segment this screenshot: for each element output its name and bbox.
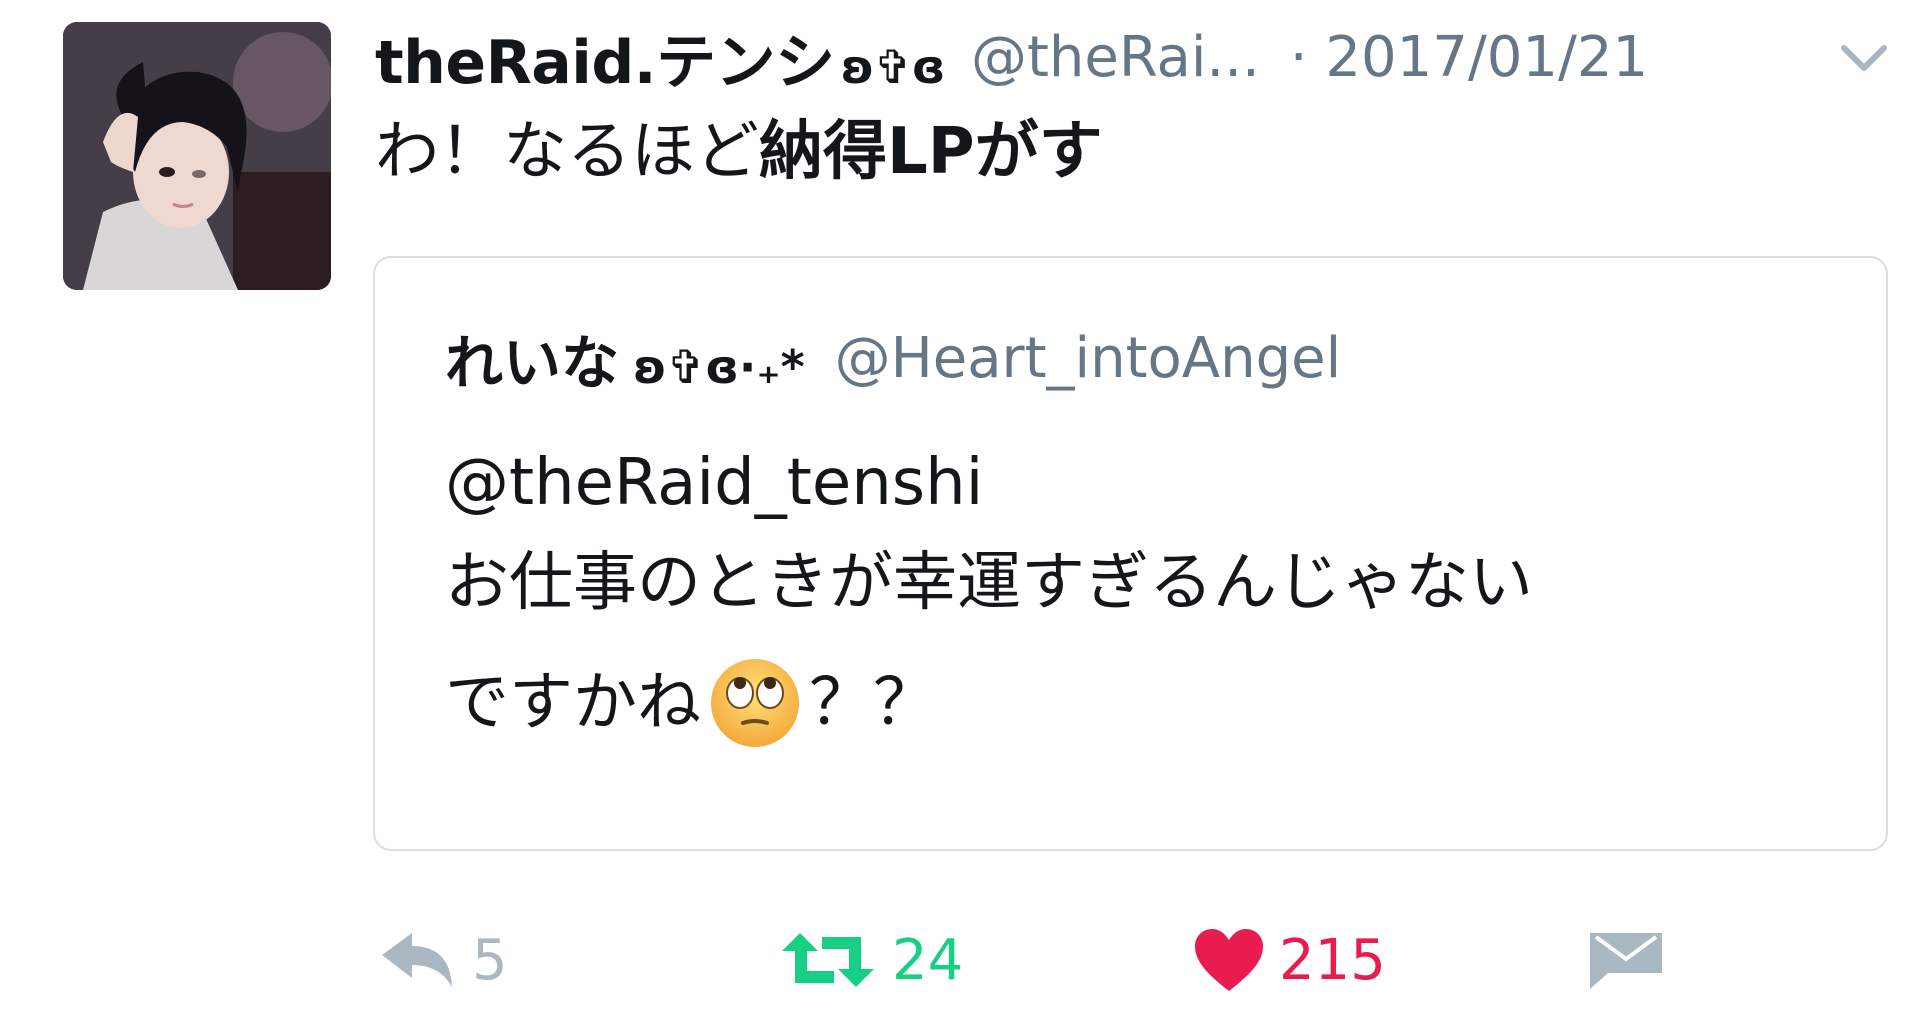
- tweet: theRaid.テンシ ʚ✞ɞ @theRai... · 2017/01/21 わ…: [0, 0, 1920, 1035]
- author-display-name[interactable]: theRaid.テンシ ʚ✞ɞ: [375, 14, 945, 101]
- reply-count: 5: [472, 927, 508, 993]
- retweet-icon: [782, 933, 874, 987]
- envelope-icon: [1590, 933, 1662, 989]
- quoted-author-display-name: れいな ʚ✞ɞ·₊*: [445, 316, 805, 400]
- like-button[interactable]: 215: [1193, 915, 1386, 1005]
- avatar-photo: [63, 22, 331, 290]
- quoted-tweet-card[interactable]: れいな ʚ✞ɞ·₊* @Heart_intoAngel @theRaid_tens…: [373, 256, 1888, 851]
- author-avatar[interactable]: [63, 22, 331, 290]
- quoted-author-name-text: れいな: [445, 329, 620, 397]
- retweet-count: 24: [892, 927, 964, 993]
- tweet-text-plain: わ！なるほど: [375, 115, 759, 189]
- face-with-rolling-eyes-icon: [707, 655, 803, 751]
- tweet-timestamp[interactable]: · 2017/01/21: [1290, 25, 1648, 90]
- tweet-text-bold: 納得LPがす: [759, 115, 1103, 189]
- like-count: 215: [1279, 927, 1386, 993]
- quoted-tweet-header: れいな ʚ✞ɞ·₊* @Heart_intoAngel: [445, 318, 1341, 398]
- quoted-tweet-line2: ですかね ？？: [445, 648, 937, 758]
- tweet-text: わ！なるほど納得LPがす: [375, 110, 1103, 194]
- quoted-tweet-line2-suffix: ？？: [809, 666, 937, 740]
- retweet-button[interactable]: 24: [778, 915, 963, 1005]
- author-name-decoration: ʚ✞ɞ: [840, 39, 946, 94]
- quoted-tweet-line2-text: ですかね: [445, 666, 701, 740]
- author-handle[interactable]: @theRai...: [971, 25, 1260, 90]
- quoted-author-handle: @Heart_intoAngel: [834, 325, 1342, 391]
- chevron-down-icon[interactable]: [1838, 38, 1890, 78]
- quoted-tweet-mention: @theRaid_tenshi: [445, 446, 984, 520]
- reply-icon: [382, 933, 452, 987]
- quoted-tweet-line1: お仕事のときが幸運すぎるんじゃない: [445, 546, 1533, 620]
- author-name-text: theRaid.テンシ: [375, 27, 835, 98]
- reply-button[interactable]: 5: [378, 915, 508, 1005]
- quoted-author-name-decoration: ʚ✞ɞ·₊*: [633, 340, 805, 394]
- direct-message-button[interactable]: [1588, 915, 1664, 1005]
- tweet-actions: 5 24 215: [0, 915, 1920, 1005]
- tweet-header: theRaid.テンシ ʚ✞ɞ @theRai... · 2017/01/21: [375, 20, 1895, 98]
- heart-icon: [1195, 929, 1263, 991]
